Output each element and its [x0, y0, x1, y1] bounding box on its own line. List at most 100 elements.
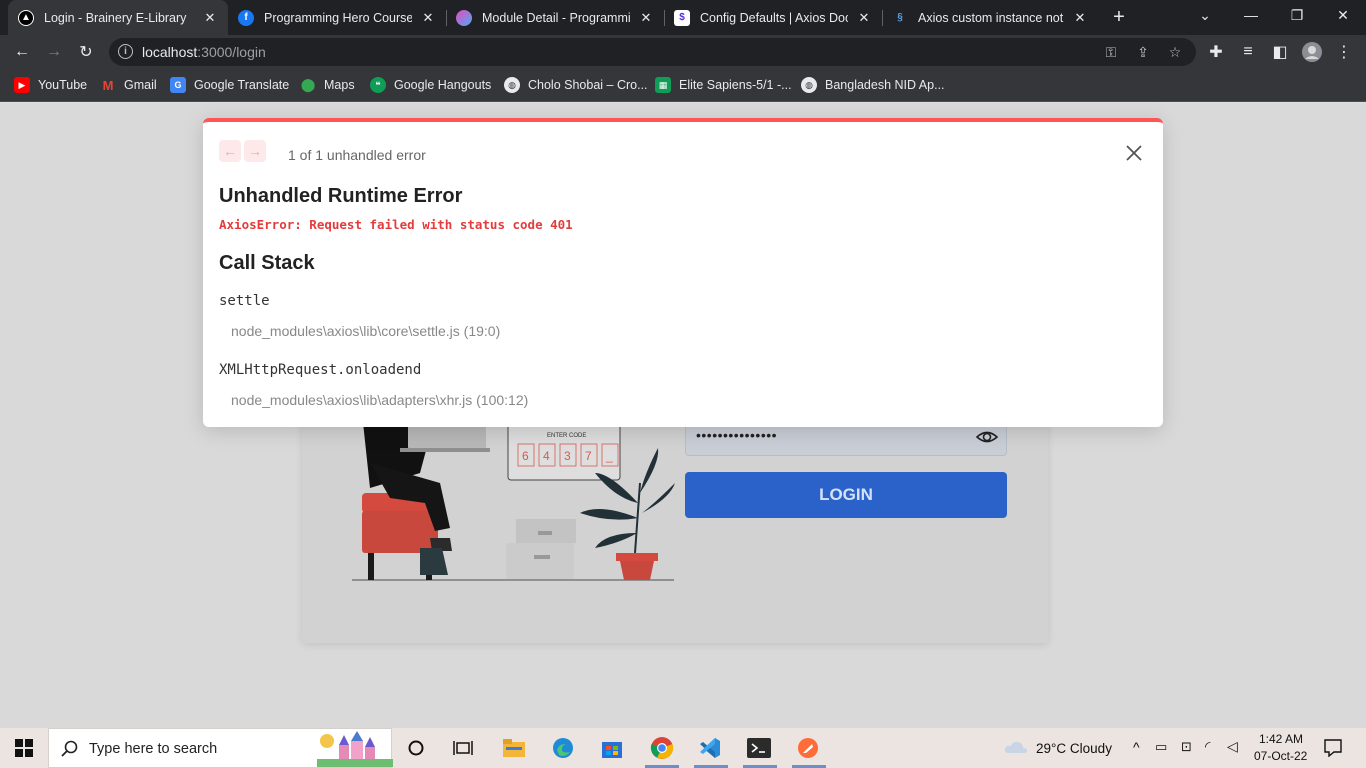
clock-time[interactable]: 1:42 AM — [1259, 732, 1303, 746]
tab-title: Axios custom instance not w — [918, 10, 1064, 25]
code-digit: _ — [605, 449, 613, 463]
url-host: localhost — [142, 44, 198, 60]
address-bar[interactable]: i localhost:3000/login ⚿ ⇪ ☆ — [109, 38, 1196, 66]
browser-tabstrip: ▲ Login - Brainery E-Library ✕ f Program… — [0, 0, 1366, 35]
youtube-icon: ▶ — [14, 77, 30, 93]
key-icon[interactable]: ⚿ — [1102, 43, 1120, 61]
stackoverflow-icon: § — [897, 12, 903, 23]
edge-browser-icon[interactable] — [551, 736, 575, 760]
stack-frame-file[interactable]: node_modules\axios\lib\core\settle.js (1… — [231, 323, 500, 339]
password-value: ••••••••••••••• — [696, 427, 778, 443]
clock-date[interactable]: 07-Oct-22 — [1254, 749, 1307, 763]
close-tab-icon[interactable]: ✕ — [1072, 10, 1088, 26]
globe-icon: ◍ — [504, 77, 520, 93]
error-message: AxiosError: Request failed with status c… — [219, 217, 573, 232]
battery-icon[interactable]: ▭ — [1155, 739, 1167, 755]
side-panel-icon[interactable]: ◧ — [1268, 40, 1292, 64]
reading-list-icon[interactable]: ≡ — [1236, 40, 1260, 64]
bookmark-cholo-shobai[interactable]: ◍ Cholo Shobai – Cro... — [504, 76, 648, 94]
bookmark-label: Bangladesh NID Ap... — [825, 78, 945, 92]
tab-axios-config-defaults[interactable]: $ Config Defaults | Axios Docs ✕ — [664, 0, 882, 35]
login-illustration: ENTER CODE 6 4 3 7 _ — [352, 413, 675, 581]
enter-code-label: ENTER CODE — [547, 433, 586, 439]
bookmark-star-icon[interactable]: ☆ — [1166, 43, 1184, 61]
forward-arrow-icon[interactable]: → — [42, 40, 66, 64]
close-tab-icon[interactable]: ✕ — [420, 10, 436, 26]
reload-icon[interactable]: ↻ — [74, 40, 98, 64]
tab-module-detail[interactable]: Module Detail - Programmin ✕ — [446, 0, 664, 35]
error-title: Unhandled Runtime Error — [219, 185, 463, 207]
maps-icon: ⬤ — [300, 77, 316, 92]
stack-frame-function: XMLHttpRequest.onloadend — [219, 362, 422, 378]
share-icon[interactable]: ⇪ — [1134, 43, 1152, 61]
weather-text[interactable]: 29°C Cloudy — [1036, 741, 1112, 756]
cortana-icon[interactable] — [404, 736, 428, 760]
close-tab-icon[interactable]: ✕ — [856, 10, 872, 26]
avatar-icon — [1302, 42, 1322, 62]
extensions-icon[interactable]: ✚ — [1204, 40, 1228, 64]
code-digit: 7 — [585, 449, 592, 463]
bookmark-google-translate[interactable]: G Google Translate — [170, 76, 289, 94]
volume-icon[interactable]: ◁ — [1227, 738, 1238, 755]
sheets-icon: ▦ — [655, 77, 671, 93]
programming-hero-icon — [456, 9, 472, 26]
bookmarks-bar: ▶ YouTube M Gmail G Google Translate ⬤ Maps … — [0, 69, 1366, 102]
bookmark-maps[interactable]: ⬤ Maps — [300, 76, 355, 94]
file-explorer-icon[interactable] — [502, 736, 526, 760]
taskbar-search-box[interactable]: Type here to search — [48, 728, 393, 768]
minimize-icon[interactable]: — — [1228, 0, 1274, 30]
call-stack-title: Call Stack — [219, 252, 315, 274]
tab-title: Login - Brainery E-Library — [44, 10, 187, 25]
tab-title: Module Detail - Programmin — [482, 10, 630, 25]
new-tab-button[interactable]: + — [1108, 6, 1130, 28]
gmail-icon: M — [102, 77, 114, 93]
microsoft-store-icon[interactable] — [600, 736, 624, 760]
restore-icon[interactable]: ❐ — [1274, 0, 1320, 30]
close-tab-icon[interactable]: ✕ — [202, 10, 218, 26]
notifications-icon[interactable] — [1324, 739, 1342, 757]
tab-search-chevron-icon[interactable]: ⌄ — [1182, 0, 1228, 30]
search-highlight-castle-icon — [317, 731, 393, 767]
bookmark-bangladesh-nid[interactable]: ◍ Bangladesh NID Ap... — [801, 76, 945, 94]
show-hidden-icons-chevron-icon[interactable]: ^ — [1133, 739, 1140, 755]
close-overlay-icon[interactable] — [1123, 142, 1145, 164]
error-navigation: ← → — [219, 140, 266, 162]
bookmark-google-hangouts[interactable]: ❝ Google Hangouts — [370, 76, 491, 94]
url-path: :3000/login — [197, 44, 266, 60]
previous-error-arrow-icon[interactable]: ← — [219, 140, 241, 162]
terminal-icon[interactable] — [747, 736, 771, 760]
site-info-icon[interactable]: i — [118, 44, 133, 59]
login-button[interactable]: LOGIN — [685, 472, 1007, 518]
bookmark-youtube[interactable]: ▶ YouTube — [14, 76, 87, 94]
onedrive-icon[interactable]: ⊡ — [1181, 739, 1192, 755]
postman-icon[interactable] — [796, 736, 820, 760]
bookmark-elite-sapiens[interactable]: ▦ Elite Sapiens-5/1 -... — [655, 76, 792, 94]
search-placeholder: Type here to search — [89, 741, 218, 757]
browser-toolbar: ← → ↻ i localhost:3000/login ⚿ ⇪ ☆ ✚ ≡ ◧… — [0, 35, 1366, 69]
close-window-icon[interactable]: ✕ — [1320, 0, 1366, 30]
stack-frame-file[interactable]: node_modules\axios\lib\adapters\xhr.js (… — [231, 392, 528, 408]
error-overlay-dialog: ← → 1 of 1 unhandled error Unhandled Run… — [203, 118, 1163, 427]
show-password-eye-icon[interactable] — [976, 427, 998, 447]
bookmark-label: YouTube — [38, 78, 88, 92]
url-text[interactable]: localhost:3000/login — [142, 44, 266, 60]
cloud-weather-icon — [1004, 741, 1027, 753]
tab-programming-hero-courses[interactable]: f Programming Hero Courses | ✕ — [228, 0, 446, 35]
next-error-arrow-icon[interactable]: → — [244, 140, 266, 162]
chrome-icon[interactable] — [650, 736, 674, 760]
close-tab-icon[interactable]: ✕ — [638, 10, 654, 26]
code-digit: 4 — [543, 449, 550, 463]
tab-axios-custom-instance[interactable]: § Axios custom instance not w ✕ — [882, 0, 1098, 35]
vscode-icon[interactable] — [698, 736, 722, 760]
wifi-icon[interactable]: ◜ — [1205, 738, 1210, 755]
tab-login-brainery[interactable]: ▲ Login - Brainery E-Library ✕ — [8, 0, 228, 35]
back-arrow-icon[interactable]: ← — [10, 40, 34, 64]
search-icon — [61, 740, 78, 757]
menu-kebab-icon[interactable]: ⋮ — [1332, 40, 1356, 64]
globe-icon: ◍ — [801, 77, 817, 93]
task-view-icon[interactable] — [451, 736, 475, 760]
windows-start-icon[interactable] — [12, 736, 36, 760]
profile-avatar[interactable] — [1300, 40, 1324, 64]
code-digit: 3 — [564, 449, 571, 463]
bookmark-gmail[interactable]: M Gmail — [100, 76, 157, 94]
